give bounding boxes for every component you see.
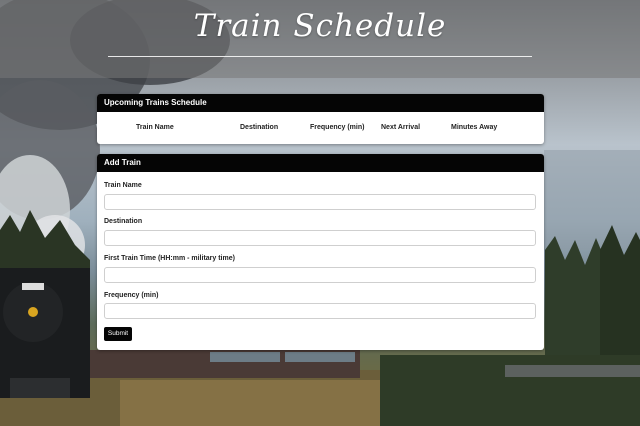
column-header-destination: Destination — [240, 124, 279, 131]
train-name-input[interactable] — [104, 194, 536, 210]
column-header-minutes-away: Minutes Away — [451, 124, 498, 131]
submit-button[interactable]: Submit — [104, 327, 132, 341]
schedule-panel: Upcoming Trains Schedule Train Name Dest… — [97, 94, 544, 144]
schedule-panel-heading: Upcoming Trains Schedule — [97, 94, 544, 112]
title-divider — [108, 56, 532, 57]
page-background: Train Schedule Upcoming Trains Schedule … — [0, 0, 640, 426]
destination-input[interactable] — [104, 230, 536, 246]
column-header-train-name: Train Name — [136, 124, 174, 131]
add-train-panel: Add Train Train Name Destination First T… — [97, 154, 544, 350]
first-train-time-label: First Train Time (HH:mm - military time) — [104, 255, 235, 262]
frequency-label: Frequency (min) — [104, 292, 159, 299]
frequency-input[interactable] — [104, 303, 536, 319]
first-train-time-input[interactable] — [104, 267, 536, 283]
page-title: Train Schedule — [193, 8, 447, 44]
add-train-panel-heading: Add Train — [97, 154, 544, 172]
column-header-next-arrival: Next Arrival — [381, 124, 421, 131]
destination-label: Destination — [104, 218, 143, 225]
column-header-frequency: Frequency (min) — [310, 124, 365, 131]
train-name-label: Train Name — [104, 182, 142, 189]
